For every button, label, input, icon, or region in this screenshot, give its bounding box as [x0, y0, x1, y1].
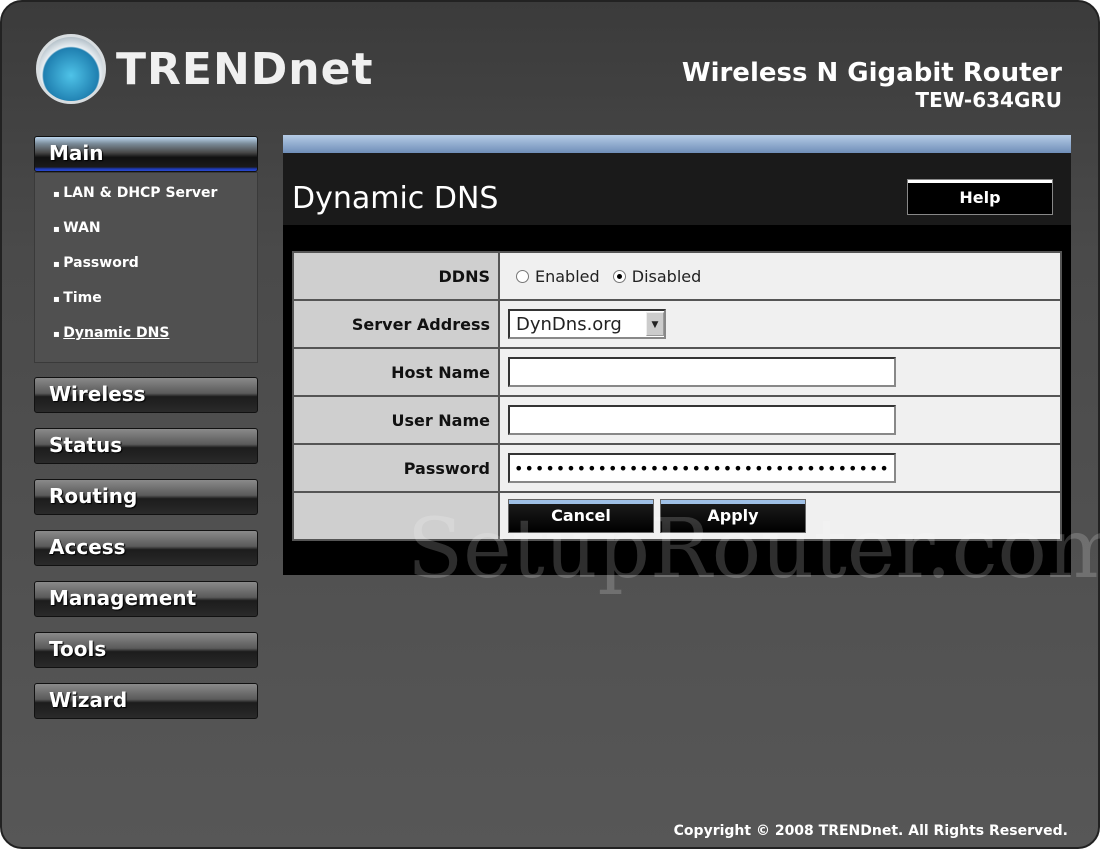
help-button[interactable]: Help: [907, 179, 1053, 215]
server-address-value: DynDns.org: [516, 313, 622, 335]
nav-wireless[interactable]: Wireless: [34, 377, 258, 413]
content-topbar: [283, 135, 1071, 153]
nav-routing[interactable]: Routing: [34, 479, 258, 515]
ddns-label: DDNS: [292, 251, 500, 301]
watermark: SetupRouter.com: [407, 502, 1100, 597]
form-row-host: Host Name: [292, 347, 1062, 397]
sub-dynamic-dns[interactable]: Dynamic DNS: [53, 321, 257, 356]
sidebar: Main LAN & DHCP Server WAN Password Time…: [34, 136, 258, 734]
disabled-label: Disabled: [631, 266, 702, 286]
product-info: Wireless N Gigabit Router TEW-634GRU: [682, 58, 1062, 112]
title-bar: Dynamic DNS Help: [283, 153, 1071, 225]
host-name-input[interactable]: [508, 357, 896, 387]
ddns-options: Enabled Disabled: [498, 251, 1062, 301]
sub-time[interactable]: Time: [53, 286, 257, 321]
sub-label: Password: [63, 255, 139, 271]
sub-label: Dynamic DNS: [63, 325, 170, 341]
user-name-label: User Name: [292, 395, 500, 445]
nav-access[interactable]: Access: [34, 530, 258, 566]
model-number: TEW-634GRU: [915, 88, 1062, 112]
sub-wan[interactable]: WAN: [53, 216, 257, 251]
page-title: Dynamic DNS: [292, 181, 499, 216]
form-row-server: Server Address DynDns.org ▼: [292, 299, 1062, 349]
form-row-password: Password: [292, 443, 1062, 493]
password-input[interactable]: [508, 453, 896, 483]
password-label: Password: [292, 443, 500, 493]
ddns-form: DDNS Enabled Disabled Server Address Dyn…: [292, 251, 1062, 541]
router-frame: TRENDnet Wireless N Gigabit Router TEW-6…: [0, 0, 1100, 849]
sub-password[interactable]: Password: [53, 251, 257, 286]
form-row-ddns: DDNS Enabled Disabled: [292, 251, 1062, 301]
sub-label: LAN & DHCP Server: [63, 185, 218, 201]
nav-wizard[interactable]: Wizard: [34, 683, 258, 719]
form-row-user: User Name: [292, 395, 1062, 445]
server-address-select[interactable]: DynDns.org ▼: [508, 309, 666, 339]
copyright: Copyright © 2008 TRENDnet. All Rights Re…: [673, 823, 1068, 839]
disabled-radio[interactable]: [612, 269, 626, 283]
host-name-label: Host Name: [292, 347, 500, 397]
nav-tools[interactable]: Tools: [34, 632, 258, 668]
nav-main[interactable]: Main: [34, 136, 258, 172]
product-name: Wireless N Gigabit Router: [681, 58, 1062, 88]
main-submenu: LAN & DHCP Server WAN Password Time Dyna…: [34, 172, 258, 363]
sub-label: WAN: [63, 220, 101, 236]
sub-lan-dhcp[interactable]: LAN & DHCP Server: [53, 181, 257, 216]
chevron-down-icon[interactable]: ▼: [646, 312, 664, 336]
nav-status[interactable]: Status: [34, 428, 258, 464]
user-name-input[interactable]: [508, 405, 896, 435]
brand-name: TRENDnet: [116, 43, 374, 95]
server-address-label: Server Address: [292, 299, 500, 349]
enabled-label: Enabled: [535, 266, 600, 286]
globe-logo-icon: [36, 34, 106, 104]
enabled-radio[interactable]: [516, 269, 529, 283]
nav-management[interactable]: Management: [34, 581, 258, 617]
sub-label: Time: [63, 290, 102, 306]
trendnet-logo: TRENDnet: [36, 34, 374, 104]
